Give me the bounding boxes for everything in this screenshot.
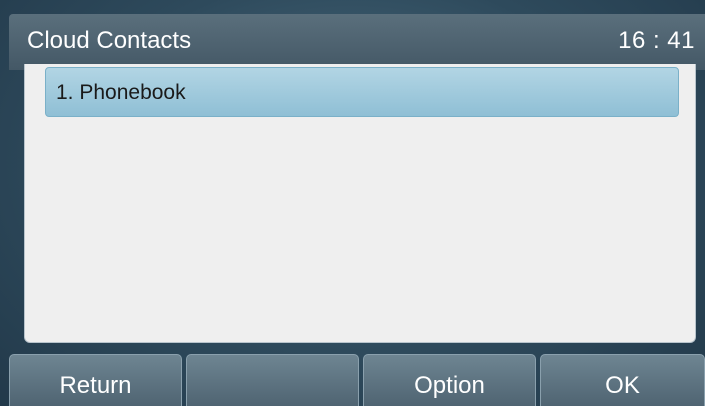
- phone-screen: Cloud Contacts 16 : 41 1. Phonebook Retu…: [0, 0, 705, 406]
- softkey-bar: Return Option OK: [9, 354, 705, 406]
- option-button[interactable]: Option: [363, 354, 536, 406]
- contacts-list: 1. Phonebook: [24, 64, 696, 343]
- title-bar: Cloud Contacts 16 : 41: [9, 14, 705, 70]
- clock: 16 : 41: [618, 27, 695, 54]
- list-item-label: 1. Phonebook: [56, 81, 186, 104]
- list-item-phonebook[interactable]: 1. Phonebook: [45, 67, 679, 117]
- empty-softkey[interactable]: [186, 354, 359, 406]
- page-title: Cloud Contacts: [27, 27, 192, 54]
- ok-button[interactable]: OK: [540, 354, 705, 406]
- return-button[interactable]: Return: [9, 354, 182, 406]
